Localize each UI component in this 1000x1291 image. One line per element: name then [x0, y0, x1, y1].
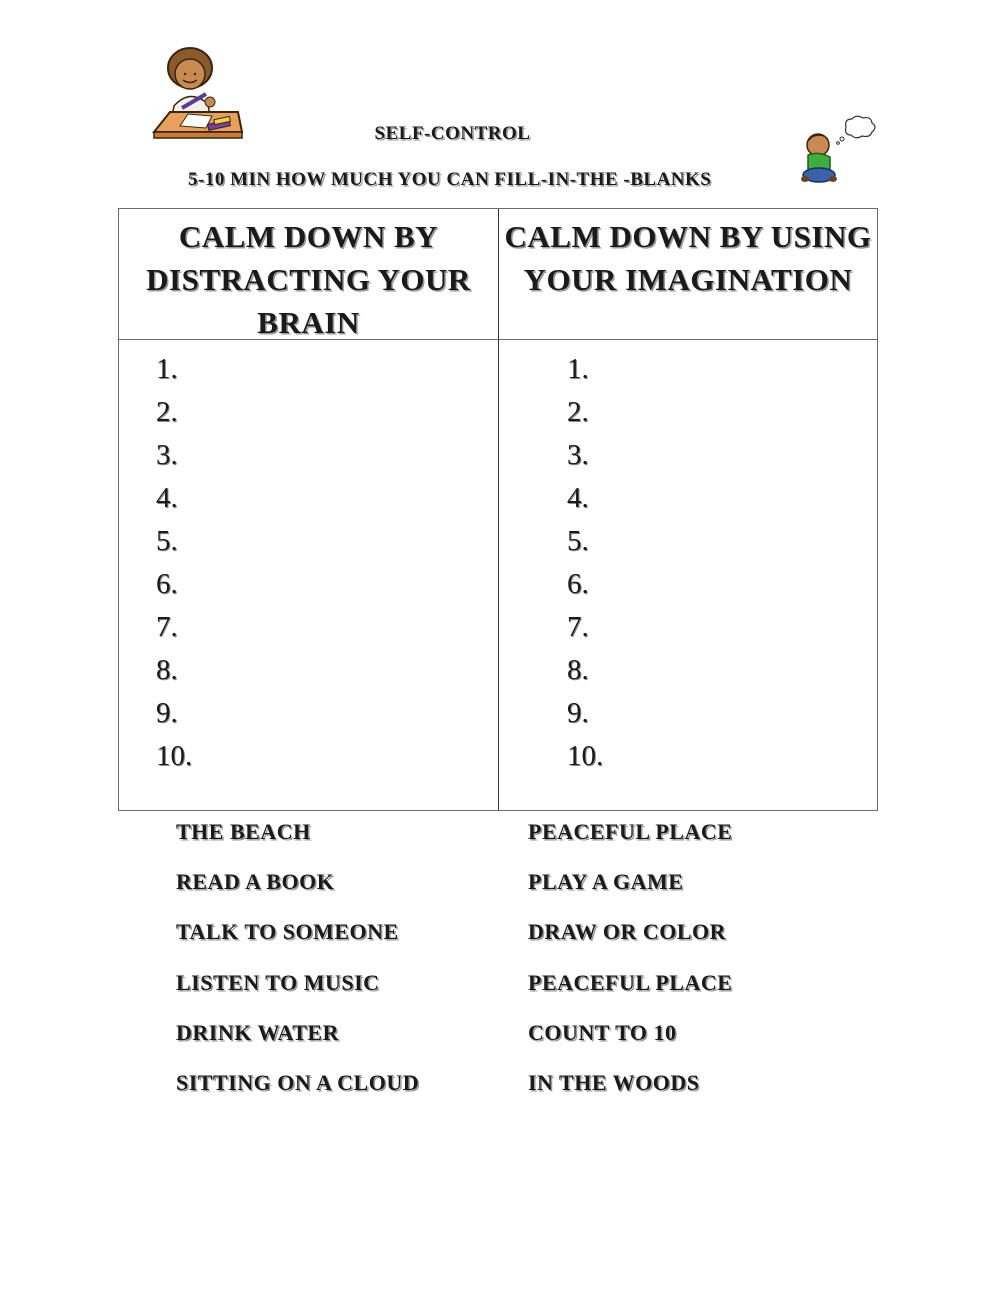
blank-line[interactable]: 10. — [499, 735, 877, 778]
blank-line[interactable]: 9. — [499, 692, 877, 735]
column-heading: CALM DOWN BY DISTRACTING YOUR BRAIN — [146, 219, 471, 340]
instructions-subtitle: 5-10 MIN HOW MUCH YOU CAN FILL-IN-THE -B… — [188, 169, 712, 190]
blank-line[interactable]: 4. — [119, 477, 498, 520]
word-bank-item[interactable]: IN THE WOODS — [528, 1065, 776, 1115]
blank-line[interactable]: 9. — [119, 692, 498, 735]
word-bank-item[interactable]: TALK TO SOMEONE — [176, 914, 528, 964]
word-bank-item[interactable]: PEACEFUL PLACE — [528, 814, 776, 864]
word-bank-item[interactable]: LISTEN TO MUSIC — [176, 965, 528, 1015]
blank-line[interactable]: 2. — [119, 391, 498, 434]
blank-line[interactable]: 3. — [499, 434, 877, 477]
page-title: SELF-CONTROL — [374, 123, 531, 144]
blank-line[interactable]: 2. — [499, 391, 877, 434]
blank-column-imagination: 1. 2. 3. 4. 5. 6. 7. 8. 9. 10. — [499, 340, 877, 810]
word-bank-item[interactable]: DRAW OR COLOR — [528, 914, 776, 964]
blank-line[interactable]: 10. — [119, 735, 498, 778]
blank-line[interactable]: 6. — [119, 563, 498, 606]
blank-line[interactable]: 3. — [119, 434, 498, 477]
word-bank-item[interactable]: PLAY A GAME — [528, 864, 776, 914]
word-bank-item[interactable]: SITTING ON A CLOUD — [176, 1065, 528, 1115]
blank-line[interactable]: 7. — [119, 606, 498, 649]
blank-line[interactable]: 6. — [499, 563, 877, 606]
blank-line[interactable]: 1. — [119, 348, 498, 391]
word-bank-item[interactable]: DRINK WATER — [176, 1015, 528, 1065]
blank-line[interactable]: 1. — [499, 348, 877, 391]
blank-column-distract: 1. 2. 3. 4. 5. 6. 7. 8. 9. 10. — [119, 340, 499, 810]
blank-line[interactable]: 8. — [119, 649, 498, 692]
blank-line[interactable]: 5. — [499, 520, 877, 563]
column-heading: CALM DOWN BY USING YOUR IMAGINATION — [504, 219, 872, 297]
blank-line[interactable]: 4. — [499, 477, 877, 520]
column-header-distract: CALM DOWN BY DISTRACTING YOUR BRAIN — [119, 209, 499, 340]
fill-in-table: CALM DOWN BY DISTRACTING YOUR BRAIN CALM… — [118, 208, 878, 811]
word-bank-item[interactable]: THE BEACH — [176, 814, 528, 864]
column-header-imagination: CALM DOWN BY USING YOUR IMAGINATION — [499, 209, 877, 340]
word-bank-item[interactable]: COUNT TO 10 — [528, 1015, 776, 1065]
word-bank: THE BEACH PEACEFUL PLACE READ A BOOK PLA… — [176, 814, 776, 1115]
blank-line[interactable]: 5. — [119, 520, 498, 563]
blank-line[interactable]: 8. — [499, 649, 877, 692]
word-bank-item[interactable]: READ A BOOK — [176, 864, 528, 914]
word-bank-item[interactable]: PEACEFUL PLACE — [528, 965, 776, 1015]
blank-line[interactable]: 7. — [499, 606, 877, 649]
